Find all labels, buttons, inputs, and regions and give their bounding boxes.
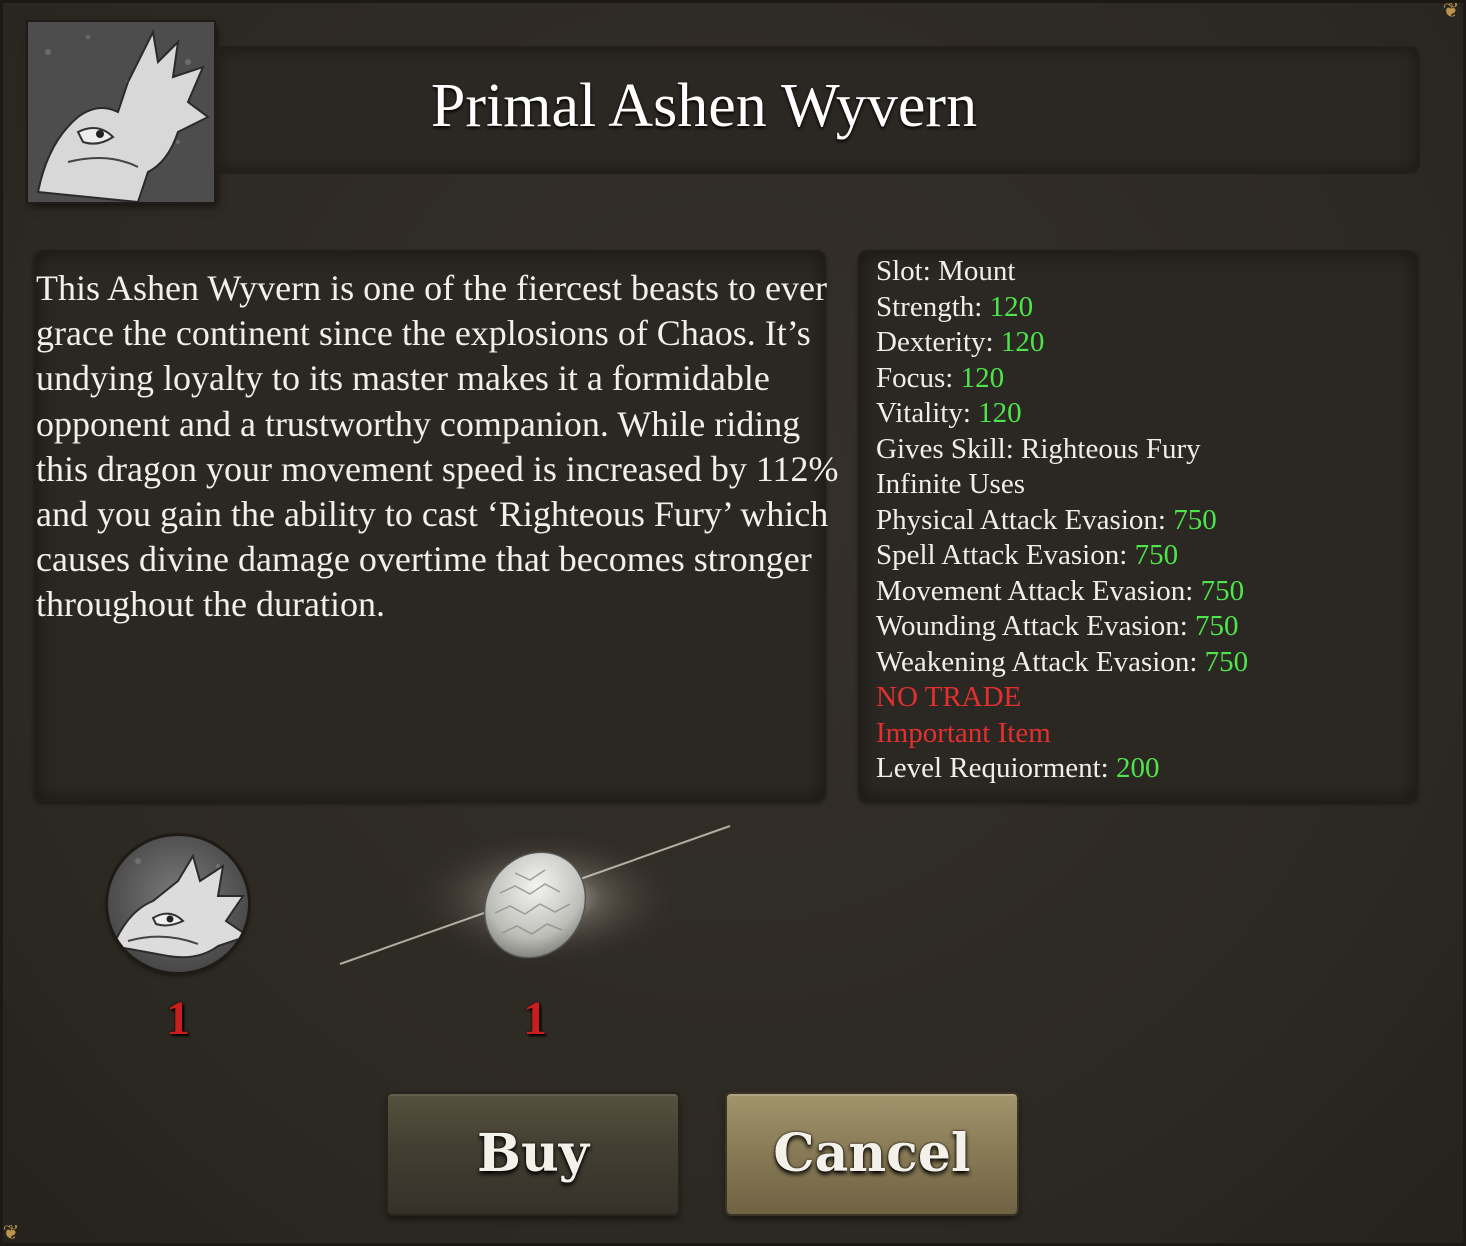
flag-important-item: Important Item — [876, 716, 1051, 749]
corner-ornament-icon: ❦ — [1442, 0, 1460, 22]
cancel-button[interactable]: Cancel — [727, 1094, 1017, 1214]
item-description: This Ashen Wyvern is one of the fiercest… — [36, 268, 839, 625]
stat-gives-skill: Gives Skill: Righteous Fury — [876, 432, 1201, 465]
item-title: Primal Ashen Wyvern — [430, 72, 978, 140]
stat-spell-evasion: Spell Attack Evasion: 750 — [876, 539, 1179, 571]
stat-movement-evasion: Movement Attack Evasion: 750 — [876, 574, 1245, 607]
stat-dexterity: Dexterity: 120 — [876, 326, 1045, 358]
stat-physical-evasion: Physical Attack Evasion: 750 — [876, 503, 1217, 536]
stat-infinite-uses: Infinite Uses — [876, 468, 1025, 500]
reward-count: 1 — [166, 992, 190, 1045]
stat-level-requirement: Level Requiorment: 200 — [876, 752, 1160, 784]
stat-weakening-evasion: Weakening Attack Evasion: 750 — [876, 645, 1249, 678]
stat-focus: Focus: 120 — [876, 361, 1005, 394]
corner-ornament-icon: ❦ — [2, 1222, 20, 1244]
wyvern-head-icon[interactable] — [108, 836, 248, 972]
wyvern-portrait-icon — [28, 22, 214, 202]
reward-count: 1 — [523, 992, 547, 1045]
stats-list: Slot: Mount Strength: 120 Dexterity: 120… — [876, 254, 1416, 787]
stat-slot: Slot: Mount — [876, 255, 1016, 287]
stat-strength: Strength: 120 — [876, 290, 1034, 323]
buy-button[interactable]: Buy — [388, 1094, 678, 1214]
flag-no-trade: NO TRADE — [876, 681, 1022, 713]
stat-wounding-evasion: Wounding Attack Evasion: 750 — [876, 610, 1239, 642]
egg-icon[interactable] — [330, 818, 740, 968]
stat-vitality: Vitality: 120 — [876, 397, 1022, 429]
